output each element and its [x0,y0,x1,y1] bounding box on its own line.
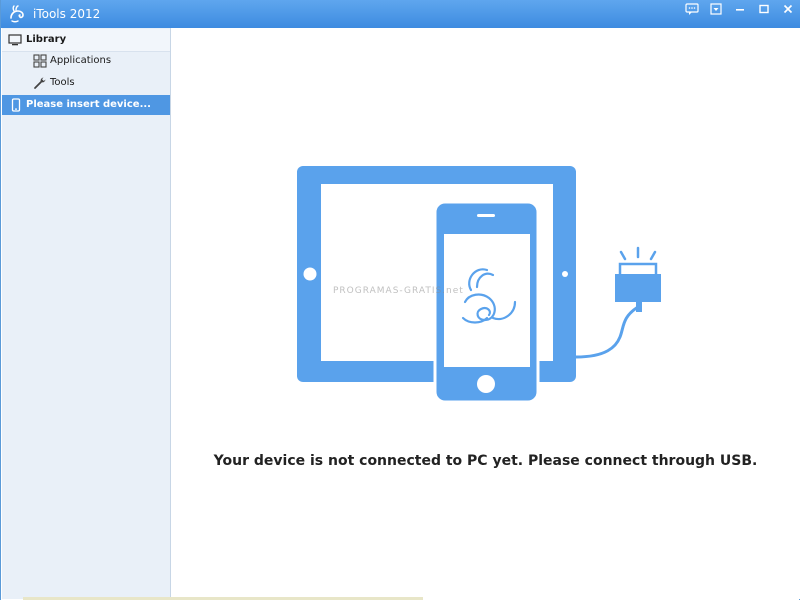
sidebar-item-device[interactable]: Please insert device... [2,95,170,115]
usb-connector-shape [615,274,661,302]
feedback-button[interactable] [681,1,703,17]
connection-message: Your device is not connected to PC yet. … [213,453,758,469]
title-bar[interactable]: iTools 2012 [1,0,800,28]
sidebar-item-applications[interactable]: Applications [2,50,170,72]
rabbit-logo-icon [10,5,24,23]
speech-bubble-icon [685,3,699,15]
device-connection-illustration [297,166,661,404]
close-icon [783,4,793,14]
grid-icon [33,54,47,68]
minimize-icon [736,9,744,11]
download-box-icon [710,3,722,15]
maximize-icon [759,4,769,14]
window-title: iTools 2012 [33,7,101,21]
monitor-icon [8,34,22,46]
wrench-icon [34,77,46,89]
sidebar: Library Applications Tools Please insert… [2,28,171,599]
main-panel: PROGRAMAS-GRATIS.net Your device is not … [171,28,800,599]
sidebar-item-label: Please insert device... [26,99,151,110]
sidebar-item-label: Applications [50,55,112,66]
skin-button[interactable] [705,1,727,17]
close-button[interactable] [777,1,799,17]
sidebar-item-library[interactable]: Library [2,29,170,52]
maximize-button[interactable] [753,1,775,17]
sidebar-item-label: Library [26,34,67,45]
sidebar-item-label: Tools [50,77,75,88]
phone-icon [11,98,21,112]
app-window: iTools 2012 Library Applications Tools P… [0,0,800,600]
sidebar-item-tools[interactable]: Tools [2,72,170,94]
minimize-button[interactable] [729,1,751,17]
watermark-text: PROGRAMAS-GRATIS.net [333,286,464,296]
